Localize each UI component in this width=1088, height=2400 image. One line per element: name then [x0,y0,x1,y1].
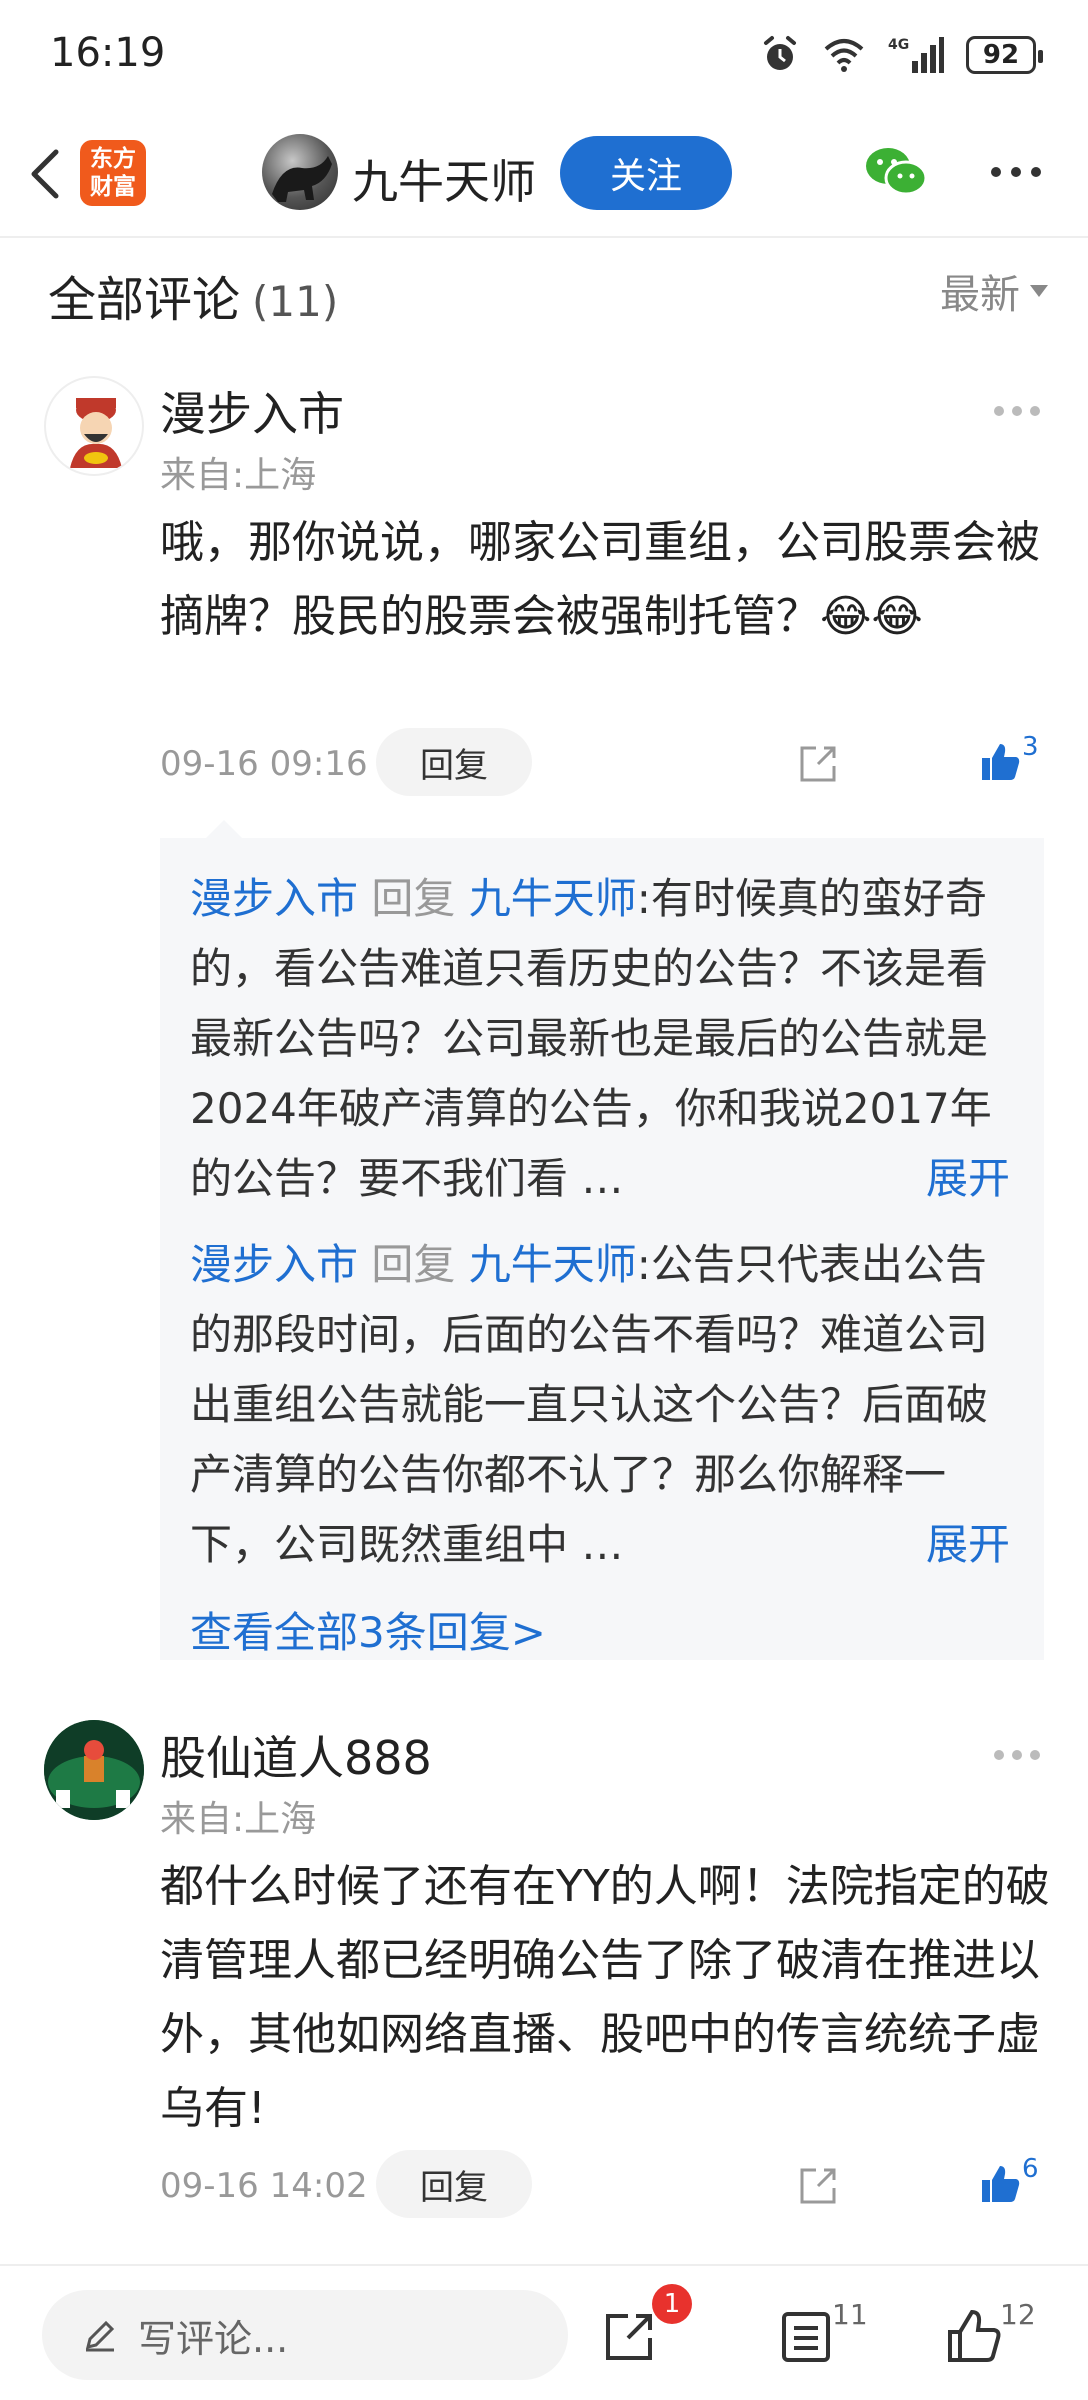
thumbs-up-outline-icon[interactable] [944,2306,1004,2366]
comment-more-icon[interactable] [992,404,1042,418]
sort-dropdown[interactable]: 最新 [940,262,1048,320]
pencil-icon [85,2320,115,2352]
likes-total: 12 [1000,2298,1036,2331]
battery-indicator: 92 [966,36,1043,74]
comment-timestamp: 09-16 09:16 [160,744,368,784]
like-count: 6 [1022,2154,1039,2184]
comments-list-icon[interactable] [776,2306,836,2366]
share-badge: 1 [652,2284,692,2324]
status-icons: 4G 92 [760,30,1043,80]
comments-header: 全部评论 (11) [48,260,338,330]
battery-level: 92 [982,40,1020,70]
sort-label: 最新 [940,272,1020,318]
bull-statue-image [272,156,332,202]
like-count: 3 [1022,732,1039,762]
share-icon[interactable] [796,742,840,786]
reply-button[interactable]: 回复 [376,728,532,796]
reply-target[interactable]: 九牛天师 [469,874,637,923]
reply-text: :公告只代表出公告的那段时间，后面的公告不看吗？难道公司出重组公告就能一直只认这… [190,1240,989,1569]
reply-button[interactable]: 回复 [376,2150,532,2218]
commenter-location: 来自:上海 [160,1799,317,1840]
reply-target[interactable]: 九牛天师 [469,1240,637,1289]
comments-total: 11 [832,2298,868,2331]
follow-button[interactable]: 关注 [560,136,732,210]
wechat-share-icon[interactable] [864,144,928,200]
commenter-name[interactable]: 股仙道人888 [160,1722,432,1788]
write-comment-placeholder: 写评论... [138,2316,289,2361]
reply-verb: 回复 [371,1240,456,1289]
expand-link[interactable]: 展开 [913,1144,1010,1214]
reply-text: :有时候真的蛮好奇的，看公告难道只看历史的公告？不该是看最新公告吗？公司最新也是… [190,874,992,1203]
app-logo[interactable]: 东方 财富 [80,140,146,206]
author-avatar[interactable] [262,134,338,210]
commenter-name[interactable]: 漫步入市 [160,378,344,444]
comments-count: (11) [252,277,339,326]
write-comment-input[interactable]: 写评论... [42,2290,568,2380]
more-options-icon[interactable] [986,150,1046,194]
god-of-wealth-avatar-icon [70,398,122,468]
comment-timestamp: 09-16 14:02 [160,2166,368,2206]
reply-author[interactable]: 漫步入市 [190,874,358,923]
app-logo-line1: 东方 [90,146,136,172]
reply-item[interactable]: 漫步入市 回复 九牛天师:有时候真的蛮好奇的，看公告难道只看历史的公告？不该是看… [190,864,1014,1214]
status-bar: 16:19 4G 92 [0,0,1088,110]
back-arrow-icon[interactable] [22,144,72,204]
signal-icon: 4G [888,37,944,73]
share-icon[interactable] [796,2164,840,2208]
commenter-avatar[interactable] [44,1720,144,1820]
comment-text: 都什么时候了还有在YY的人啊！法院指定的破清管理人都已经明确公告了除了破清在推进… [160,1861,1050,2134]
caret-down-icon [1030,285,1048,297]
forward-share-icon[interactable] [600,2306,660,2366]
game-table-avatar-icon [44,1720,144,1820]
top-nav-bar: 东方 财富 九牛天师 关注 [0,110,1088,238]
author-name[interactable]: 九牛天师 [352,146,536,212]
reply-item[interactable]: 漫步入市 回复 九牛天师:公告只代表出公告的那段时间，后面的公告不看吗？难道公司… [190,1230,1014,1580]
comment-text: 哦，那你说说，哪家公司重组，公司股票会被摘牌？股民的股票会被强制托管？😂😂 [160,517,1040,642]
status-time: 16:19 [50,30,166,76]
comment-more-icon[interactable] [992,1748,1042,1762]
alarm-icon [764,36,796,70]
comments-title: 全部评论 [48,272,241,328]
commenter-avatar[interactable] [44,376,144,476]
reply-author[interactable]: 漫步入市 [190,1240,358,1289]
expand-link[interactable]: 展开 [913,1510,1010,1580]
app-logo-line2: 财富 [90,174,136,200]
commenter-location: 来自:上海 [160,455,317,496]
svg-text:4G: 4G [888,37,909,53]
replies-thread: 漫步入市 回复 九牛天师:有时候真的蛮好奇的，看公告难道只看历史的公告？不该是看… [160,820,1044,1660]
view-all-replies-link[interactable]: 查看全部3条回复> [190,1598,1014,1668]
reply-verb: 回复 [371,874,456,923]
wifi-icon [824,39,864,72]
thumbs-up-filled-icon[interactable] [978,2162,1022,2206]
bottom-action-bar: 写评论... 1 11 12 [0,2264,1088,2400]
thumbs-up-filled-icon[interactable] [978,740,1022,784]
